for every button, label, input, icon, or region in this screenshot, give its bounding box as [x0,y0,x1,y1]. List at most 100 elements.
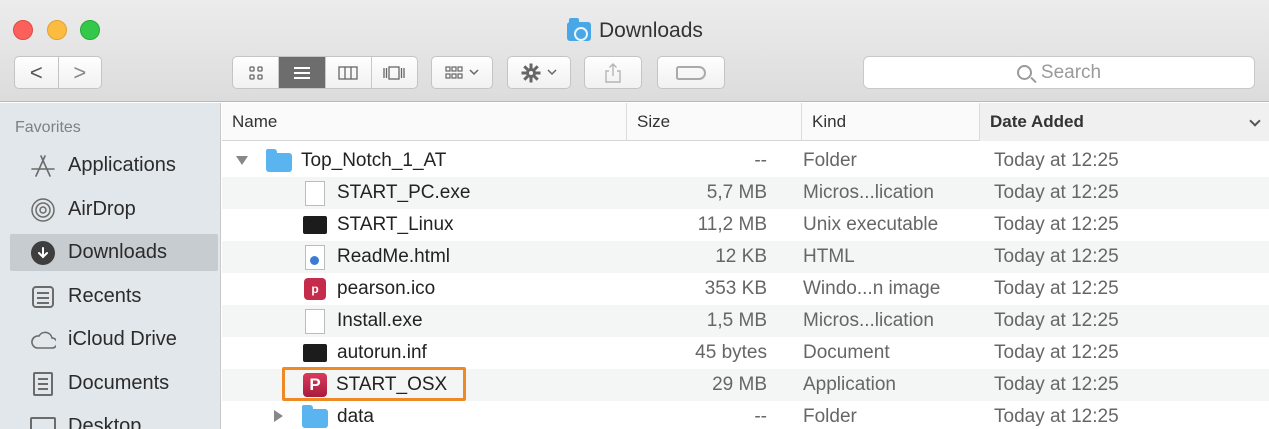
recents-icon [32,285,54,308]
minimize-window-button[interactable] [47,20,67,40]
disclosure-triangle-open-icon[interactable] [236,156,248,165]
file-name: autorun.inf [337,342,427,363]
disclosure-triangle-closed-icon[interactable] [274,410,283,422]
sidebar-item-downloads[interactable]: Downloads [10,234,218,271]
sidebar-item-recents[interactable]: Recents [10,278,218,315]
sidebar-item-label: Applications [68,154,176,176]
file-name: ReadMe.html [337,246,450,267]
table-row[interactable]: ReadMe.html 12 KB HTML Today at 12:25 [222,241,1269,273]
column-view-button[interactable] [326,57,372,88]
file-date-added: Today at 12:25 [994,374,1119,395]
file-size: 29 MB [712,374,767,395]
action-menu-button[interactable] [507,56,571,89]
ico-file-icon: p [304,278,326,300]
file-kind: Unix executable [803,214,939,235]
icon-grid-icon [248,65,263,80]
file-kind: Document [803,342,890,363]
applications-icon [30,153,56,179]
gear-icon [521,63,541,82]
sidebar-item-label: Desktop [68,415,142,429]
arrange-grid-icon [445,65,463,79]
file-size: -- [754,150,767,171]
recents-icon-wrap [30,284,56,310]
downloads-icon-wrap [30,240,56,266]
file-kind: Micros...lication [803,310,934,331]
sidebar-item-desktop[interactable]: Desktop [10,408,218,429]
cover-flow-view-button[interactable] [372,57,417,88]
file-kind: Folder [803,406,857,427]
inf-file-icon [303,344,327,362]
table-row[interactable]: autorun.inf 45 bytes Document Today at 1… [222,337,1269,369]
column-header-kind[interactable]: Kind [802,103,980,141]
forward-button[interactable]: > [59,57,102,88]
downloads-icon [31,240,55,265]
column-header-row: Name Size Kind Date Added [222,103,1269,141]
file-date-added: Today at 12:25 [994,278,1119,299]
sidebar-item-airdrop[interactable]: AirDrop [10,191,218,228]
sidebar-item-icloud-drive[interactable]: iCloud Drive [10,321,218,358]
file-size: 11,2 MB [697,214,767,235]
table-row[interactable]: Top_Notch_1_AT -- Folder Today at 12:25 [222,145,1269,177]
column-header-name[interactable]: Name [222,103,627,141]
list-view-button[interactable] [279,57,326,88]
sidebar-item-applications[interactable]: Applications [10,147,218,184]
file-size: 45 bytes [695,342,767,363]
file-date-added: Today at 12:25 [994,214,1119,235]
html-file-icon [305,244,325,270]
cloud-icon [30,327,56,353]
columns-icon [338,65,358,80]
file-name: Install.exe [337,310,423,331]
sidebar-item-label: Recents [68,285,142,307]
airdrop-icon [30,197,56,223]
search-field[interactable]: Search [863,56,1255,89]
file-name: pearson.ico [337,278,436,299]
documents-icon [33,371,53,396]
table-row[interactable]: Install.exe 1,5 MB Micros...lication Tod… [222,305,1269,337]
file-size: 12 KB [715,246,767,267]
file-kind: Folder [803,150,857,171]
sidebar-heading-favorites: Favorites [15,119,81,136]
edit-tags-button[interactable] [657,56,725,89]
column-header-size[interactable]: Size [627,103,802,141]
icon-view-button[interactable] [233,57,280,88]
file-name: data [337,406,374,427]
sidebar-item-documents[interactable]: Documents [10,365,218,402]
file-name: Top_Notch_1_AT [301,150,447,171]
back-button[interactable]: < [15,57,59,88]
file-date-added: Today at 12:25 [994,406,1119,427]
search-placeholder: Search [1040,61,1102,83]
arrange-menu-button[interactable] [431,56,493,89]
sidebar-item-label: Downloads [68,241,167,263]
sidebar-item-label: iCloud Drive [68,328,177,350]
folder-icon [266,148,292,172]
file-kind: Windo...n image [803,278,941,299]
table-row[interactable]: START_Linux 11,2 MB Unix executable Toda… [222,209,1269,241]
share-button[interactable] [584,56,642,89]
list-lines-icon [293,66,310,79]
downloads-folder-icon [567,17,591,41]
documents-icon-wrap [30,371,56,397]
window-title: Downloads [567,17,703,44]
file-name: START_PC.exe [337,182,471,203]
sidebar-item-label: AirDrop [68,198,136,220]
file-size: 353 KB [704,278,767,299]
navigation-buttons: < > [14,56,102,89]
column-header-date-added[interactable]: Date Added [980,103,1269,141]
exe-file-icon [305,308,325,334]
file-kind: Application [803,374,896,395]
pearson-app-icon: P [303,373,327,397]
view-mode-buttons [232,56,418,89]
table-row[interactable]: START_PC.exe 5,7 MB Micros...lication To… [222,177,1269,209]
close-window-button[interactable] [13,20,33,40]
file-size: 1,5 MB [706,310,767,331]
file-date-added: Today at 12:25 [994,150,1119,171]
table-row[interactable]: p pearson.ico 353 KB Windo...n image Tod… [222,273,1269,305]
file-name: START_OSX [336,374,448,395]
file-list: Name Size Kind Date Added Top_Notch_1_AT… [222,103,1269,429]
zoom-window-button[interactable] [80,20,100,40]
file-date-added: Today at 12:25 [994,246,1119,267]
file-size: 5,7 MB [706,182,767,203]
table-row[interactable]: P START_OSX 29 MB Application Today at 1… [222,369,1269,401]
table-row[interactable]: data -- Folder Today at 12:25 [222,401,1269,429]
chevron-down-icon [1249,115,1261,127]
